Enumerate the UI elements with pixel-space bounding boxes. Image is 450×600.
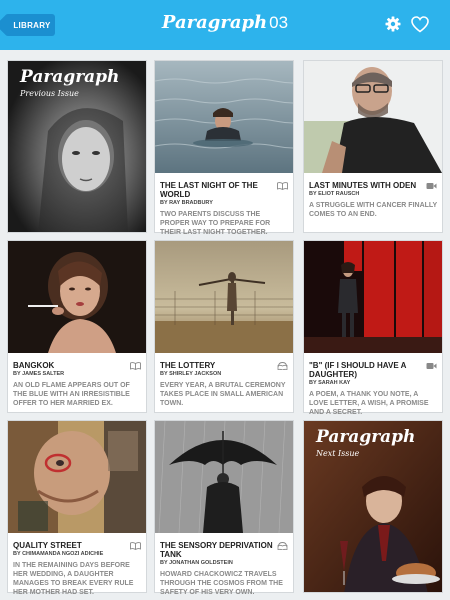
app-header: LIBRARY Paragraph 03: [0, 0, 450, 50]
story-description: Every year, a brutal ceremony takes plac…: [160, 382, 286, 407]
story-author: BY SHIRLEY JACKSON: [160, 371, 222, 377]
story-description: An old flame appears out of the blue wit…: [13, 382, 130, 407]
story-author: BY SARAH KAY: [309, 380, 351, 386]
video-icon: [426, 363, 437, 369]
cover-label: Previous Issue: [20, 89, 79, 98]
story-author: BY JONATHAN GOLDSTEIN: [160, 560, 233, 566]
story-description: A poem, a thank you note, a love letter,…: [309, 391, 429, 416]
audiobook-icon: [277, 542, 288, 550]
story-title: QUALITY STREET BY CHIMAMANDA NGOZI ADICH…: [13, 541, 133, 597]
heart-icon[interactable]: [411, 16, 429, 33]
story-author: BY RAY BRADBURY: [160, 200, 213, 206]
cover-brand: Paragraph: [20, 67, 120, 87]
story-author: BY JAMES SALTER: [13, 371, 65, 377]
story-thumbnail: [304, 61, 442, 173]
video-icon: [426, 183, 437, 189]
story-card[interactable]: THE LAST NIGHT OF THE WORLD BY RAY BRADB…: [154, 60, 294, 236]
book-icon: [277, 182, 288, 190]
story-title-text: QUALITY STREET: [13, 541, 82, 550]
story-card[interactable]: LAST MINUTES WITH ODEN BY ELIOT RAUSCH A…: [303, 60, 443, 233]
story-thumbnail: [155, 421, 293, 533]
story-card[interactable]: THE LOTTERY BY SHIRLEY JACKSON Every yea…: [154, 240, 294, 413]
story-card[interactable]: THE SENSORY DEPRIVATION TANK BY JONATHAN…: [154, 420, 294, 596]
next-issue-cover[interactable]: Paragraph Next Issue: [303, 420, 443, 593]
story-title-text: THE LAST NIGHT OF THE WORLD: [160, 181, 258, 199]
story-description: Howard Chackowicz travels through the co…: [160, 571, 283, 596]
audiobook-icon: [277, 362, 288, 370]
cover-brand: Paragraph: [316, 427, 416, 447]
issue-title: Paragraph 03: [0, 12, 450, 33]
story-author: BY CHIMAMANDA NGOZI ADICHIE: [13, 551, 104, 557]
cover-label: Next Issue: [316, 449, 360, 458]
story-thumbnail: [155, 241, 293, 353]
story-description: In the remaining days before her wedding…: [13, 562, 134, 596]
story-thumbnail: [8, 421, 146, 533]
story-title-text: LAST MINUTES WITH ODEN: [309, 181, 417, 190]
story-title: THE LAST NIGHT OF THE WORLD BY RAY BRADB…: [160, 181, 275, 237]
story-card[interactable]: QUALITY STREET BY CHIMAMANDA NGOZI ADICH…: [7, 420, 147, 596]
story-thumbnail: [155, 61, 293, 173]
issue-number: 03: [269, 13, 289, 32]
story-title: "B" (IF I SHOULD HAVE A DAUGHTER) BY SAR…: [309, 361, 429, 417]
story-title-text: THE LOTTERY: [160, 361, 216, 370]
book-icon: [130, 362, 141, 370]
story-title-text: THE SENSORY DEPRIVATION TANK: [160, 541, 273, 559]
gear-icon[interactable]: [385, 16, 401, 32]
previous-issue-cover[interactable]: Paragraph Previous Issue: [7, 60, 147, 233]
story-description: Two parents discuss the proper way to pr…: [160, 211, 271, 236]
brand-logo: Paragraph: [161, 12, 268, 33]
story-description: A struggle with cancer finally comes to …: [309, 202, 438, 218]
story-title-text: "B" (IF I SHOULD HAVE A DAUGHTER): [309, 361, 407, 379]
story-author: BY ELIOT RAUSCH: [309, 191, 360, 197]
story-title-text: BANGKOK: [13, 361, 55, 370]
story-title: LAST MINUTES WITH ODEN BY ELIOT RAUSCH A…: [309, 181, 437, 219]
story-title: THE LOTTERY BY SHIRLEY JACKSON Every yea…: [160, 361, 285, 408]
story-thumbnail: [8, 241, 146, 353]
story-title: BANGKOK BY JAMES SALTER An old flame app…: [13, 361, 130, 408]
story-card[interactable]: "B" (IF I SHOULD HAVE A DAUGHTER) BY SAR…: [303, 240, 443, 416]
story-title: THE SENSORY DEPRIVATION TANK BY JONATHAN…: [160, 541, 283, 597]
library-label: LIBRARY: [13, 20, 51, 30]
book-icon: [130, 542, 141, 550]
story-thumbnail: [304, 241, 442, 353]
story-card[interactable]: BANGKOK BY JAMES SALTER An old flame app…: [7, 240, 147, 413]
